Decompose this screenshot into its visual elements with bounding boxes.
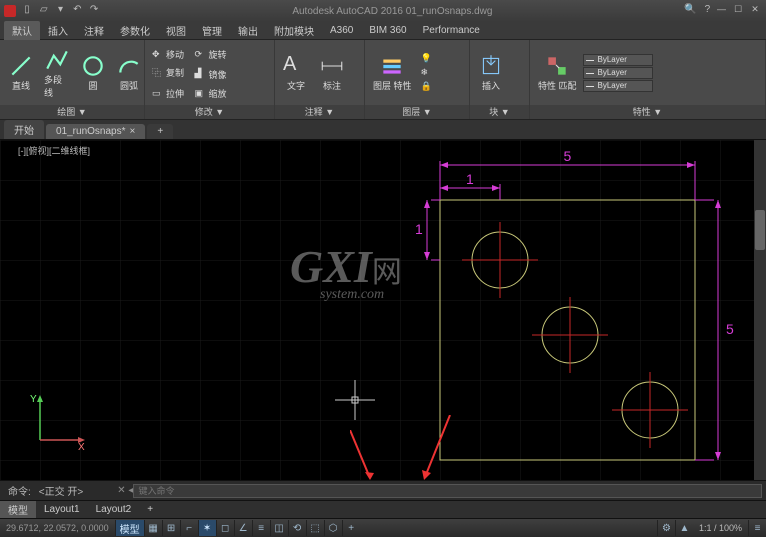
snap-toggle-icon[interactable]: ⊞	[162, 520, 180, 536]
command-icons[interactable]: ✕ ◂	[117, 485, 133, 496]
command-input[interactable]	[133, 484, 762, 498]
layer-lock-icon[interactable]: 🔒	[418, 80, 435, 93]
menu-tab-1[interactable]: 插入	[40, 21, 76, 40]
customize-icon[interactable]: ≡	[748, 520, 766, 536]
selection-cycling-icon[interactable]: ⟲	[288, 520, 306, 536]
stretch-button[interactable]: ▭拉伸	[149, 86, 187, 101]
minimize-icon[interactable]: —	[714, 4, 728, 18]
workspace-icon[interactable]: ⚙	[657, 520, 675, 536]
svg-text:1: 1	[466, 171, 474, 187]
crosshair-cursor-icon	[335, 380, 375, 420]
svg-text:Y: Y	[30, 394, 37, 405]
menu-tab-6[interactable]: 输出	[230, 21, 266, 40]
title-text: Autodesk AutoCAD 2016 01_runOsnaps.dwg	[101, 6, 684, 17]
quick-access-toolbar: ▯ ▱ ▾ ↶ ↷	[20, 4, 101, 18]
svg-text:X: X	[78, 442, 85, 450]
scale-button[interactable]: ▣缩放	[191, 86, 229, 101]
layout-tab-1[interactable]: Layout1	[36, 503, 88, 516]
redo-icon[interactable]: ↷	[87, 4, 101, 18]
maximize-icon[interactable]: ☐	[731, 4, 745, 18]
tab-file[interactable]: 01_runOsnaps*×	[46, 124, 145, 139]
panel-title-properties[interactable]: 特性 ▼	[530, 105, 765, 119]
layer-freeze-icon[interactable]: ❄	[418, 66, 435, 79]
polar-toggle-icon[interactable]: ✶	[198, 520, 216, 536]
grid-toggle-icon[interactable]: ▦	[144, 520, 162, 536]
menu-tab-5[interactable]: 管理	[194, 21, 230, 40]
menu-tab-4[interactable]: 视图	[158, 21, 194, 40]
rotate-button[interactable]: ⟳旋转	[191, 47, 229, 62]
3dosnap-toggle-icon[interactable]: ⬚	[306, 520, 324, 536]
drawing-viewport[interactable]: [-][俯视][二维线框] 5115 GXI网 system.com Y X	[0, 140, 766, 480]
panel-title-draw[interactable]: 绘图 ▼	[0, 105, 144, 119]
dimension-button[interactable]: 标注	[315, 51, 349, 94]
close-icon[interactable]: ✕	[748, 4, 762, 18]
save-icon[interactable]: ▾	[54, 4, 68, 18]
ortho-toggle-icon[interactable]: ⌐	[180, 520, 198, 536]
menu-tab-10[interactable]: Performance	[415, 23, 488, 38]
tab-close-icon[interactable]: ×	[130, 126, 136, 137]
zoom-display[interactable]: 1:1 / 100%	[693, 523, 748, 533]
command-status: <正交 开>	[39, 483, 83, 498]
panel-title-block[interactable]: 块 ▼	[470, 105, 529, 119]
svg-text:5: 5	[726, 321, 734, 337]
layout-tab-add[interactable]: +	[139, 503, 161, 516]
mirror-button[interactable]: ▟镜像	[191, 67, 229, 82]
lineweight-dropdown[interactable]: ByLayer	[583, 80, 653, 92]
layout-tab-model[interactable]: 模型	[0, 501, 36, 518]
layer-properties-button[interactable]: 图层 特性	[369, 51, 416, 94]
line-button[interactable]: 直线	[4, 51, 38, 94]
status-coordinates[interactable]: 29.6712, 22.0572, 0.0000	[0, 523, 115, 533]
dynamic-ucs-icon[interactable]: ⬡	[324, 520, 342, 536]
circle-button[interactable]: 圆	[76, 51, 110, 94]
linetype-dropdown[interactable]: ByLayer	[583, 67, 653, 79]
tab-add-button[interactable]: +	[147, 124, 173, 139]
search-icon[interactable]: 🔍	[684, 4, 698, 18]
otrack-toggle-icon[interactable]: ∠	[234, 520, 252, 536]
status-model-button[interactable]: 模型	[115, 520, 144, 536]
copy-button[interactable]: ⿻复制	[149, 65, 187, 80]
color-dropdown[interactable]: ByLayer	[583, 54, 653, 66]
scrollbar-thumb[interactable]	[755, 210, 765, 250]
app-logo-icon[interactable]	[4, 5, 16, 17]
dynamic-input-icon[interactable]: +	[342, 520, 360, 536]
vertical-scrollbar[interactable]	[754, 140, 766, 480]
match-properties-button[interactable]: 特性 匹配	[534, 51, 581, 94]
open-icon[interactable]: ▱	[37, 4, 51, 18]
layer-bulb-icon[interactable]: 💡	[418, 52, 435, 65]
ucs-icon: Y X	[30, 390, 90, 450]
panel-title-layers[interactable]: 图层 ▼	[365, 105, 469, 119]
panel-title-modify[interactable]: 修改 ▼	[145, 105, 274, 119]
menu-tab-3[interactable]: 参数化	[112, 21, 158, 40]
help-icon[interactable]: ?	[700, 4, 714, 18]
osnap-toggle-icon[interactable]: ◻	[216, 520, 234, 536]
menu-tab-8[interactable]: A360	[322, 23, 361, 38]
undo-icon[interactable]: ↶	[70, 4, 84, 18]
move-button[interactable]: ✥移动	[149, 47, 187, 62]
panel-title-annotate[interactable]: 注释 ▼	[275, 105, 364, 119]
polyline-button[interactable]: 多段线	[40, 45, 74, 101]
command-label: 命令:	[8, 483, 31, 498]
menu-tab-9[interactable]: BIM 360	[361, 23, 414, 38]
transparency-toggle-icon[interactable]: ◫	[270, 520, 288, 536]
menu-tab-0[interactable]: 默认	[4, 21, 40, 40]
text-button[interactable]: A文字	[279, 51, 313, 94]
menu-tab-2[interactable]: 注释	[76, 21, 112, 40]
layout-tab-2[interactable]: Layout2	[88, 503, 140, 516]
annotation-scale-icon[interactable]: ▲	[675, 520, 693, 536]
svg-text:5: 5	[564, 148, 572, 164]
svg-text:1: 1	[415, 221, 423, 237]
arc-button[interactable]: 圆弧	[112, 51, 146, 94]
new-icon[interactable]: ▯	[20, 4, 34, 18]
insert-block-button[interactable]: 插入	[474, 51, 508, 94]
menu-tab-7[interactable]: 附加模块	[266, 21, 322, 40]
lineweight-toggle-icon[interactable]: ≡	[252, 520, 270, 536]
tab-start[interactable]: 开始	[4, 120, 44, 139]
